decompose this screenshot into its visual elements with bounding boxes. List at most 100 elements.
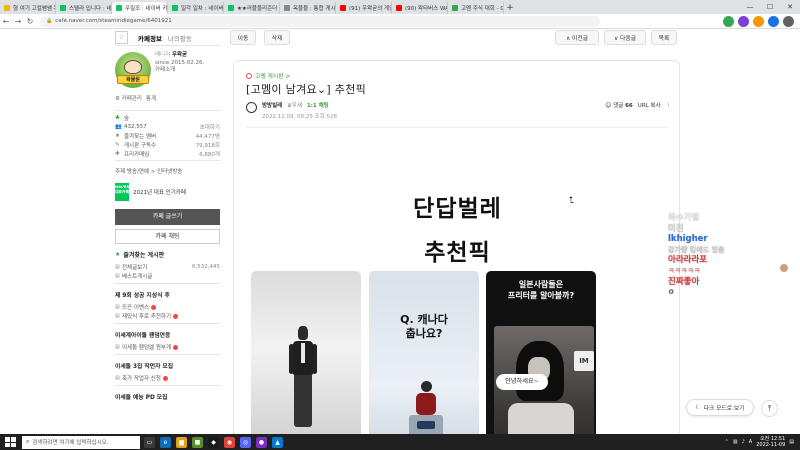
maximize-icon[interactable]: ☐ [760,0,780,14]
manager-name[interactable]: 우왁굳 [172,52,187,58]
chat-message: 미친 [668,223,684,234]
video-thumbnail[interactable]: 일본사람들은 프리터를 알아볼까? IM 안녕하세요~ [486,271,596,434]
browser-tab[interactable]: 일각 일차 : 네이버 카페× [168,2,224,14]
close-icon[interactable]: ✕ [780,0,800,14]
board-group[interactable]: 이세돌 예능 PD 모집 [115,385,220,404]
favicon-icon [4,5,10,11]
avatar[interactable] [246,102,257,113]
windows-start-icon[interactable] [4,436,16,448]
favicon-icon [396,5,402,11]
sidebar-tabs: ☆ 카페정보 나의활동 [115,30,220,46]
taskbar-search-input[interactable]: ⌕ 검색하려면 여기에 입력하십시오. [22,435,140,449]
extension-icon[interactable] [768,15,779,27]
dark-mode-button[interactable]: ☾ 다크 모드로 보기 [686,399,754,416]
video-thumbnail[interactable]: Q. 캐나다 춥나요? [369,271,479,434]
avatar [780,264,788,272]
board-group[interactable]: 이세돌 3집 작먼자 모집 [115,354,220,373]
url-copy-button[interactable]: URL 복사 [638,101,661,109]
browser-tab[interactable]: (91) 우왁굳의 게임 - YouTube× [336,2,392,14]
cafe-manage-link[interactable]: ⚙ 카페관리 [115,94,142,102]
naver-badge-icon: NAVER 대표카페 [115,183,129,201]
sign-text: IM [574,351,594,371]
cafe-logo[interactable]: 왁물원 [115,52,151,88]
app-icon[interactable]: ▲ [272,436,283,448]
address-bar[interactable]: 🔒 cafe.naver.com/steamindiegame/6401921 [40,15,600,27]
new-tab-button[interactable]: + [504,2,516,14]
chrome-icon[interactable]: ◉ [224,436,235,448]
browser-tab[interactable]: ★★러블블리즌더 고려합× [224,2,280,14]
minimize-icon[interactable]: — [740,0,760,14]
write-button[interactable]: 카페 글쓰기 [115,209,220,225]
browser-tab[interactable]: 고멤 주식 대회 - Google× [448,2,504,14]
board-item[interactable]: ▤ 베스트게시글 [115,271,220,280]
cafe-info: 왁물원 매니저 우왁굳 since 2015.02.26. 카페소개 [115,46,220,92]
board-item[interactable]: ▤ 뜨끈 이벤스 [115,302,220,311]
figure-image [409,381,443,434]
extension-icon[interactable] [753,15,764,27]
prev-post-button[interactable]: ∧ 이전글 [555,30,599,45]
task-view-icon[interactable]: ▭ [144,436,155,448]
more-icon[interactable]: ⋮ [666,102,672,108]
tab-cafe-info[interactable]: 카페정보 [138,33,162,43]
chat-button[interactable]: 카페 채팅 [115,229,220,244]
star-icon: ★ [115,251,121,258]
next-post-button[interactable]: ∨ 다음글 [604,30,646,45]
back-icon[interactable]: ← [0,17,12,26]
cafe-level: ♣ 숲 [115,114,130,122]
chat-message: ㅇ [668,288,675,297]
taskbar: ⌕ 검색하려면 여기에 입력하십시오. ▭ e ▆ ■ ◆ ◉ ◎ ● ▲ ⌃ … [0,434,800,450]
board-item[interactable]: ▤ 전체글보기 6,532,445 [115,262,220,271]
video-thumbnail[interactable] [251,271,361,434]
invite-link[interactable]: 초대하기 [200,123,220,131]
profile-avatar[interactable] [783,15,794,27]
board-icon: ▤ [115,263,120,270]
notification-icon[interactable]: ▤ [789,439,794,445]
one-to-one-chat-link[interactable]: 1:1 채팅 [307,103,329,109]
star-icon[interactable]: ☆ [115,31,128,44]
tab-label: (91) 우왁굳의 게임 - YouTube [349,6,391,12]
input-language[interactable]: A [749,439,752,445]
tab-my-activity[interactable]: 나의활동 [168,33,192,43]
extension-icon[interactable] [738,15,749,27]
board-item[interactable]: ▤ 재밌식 후로 추천하기 [115,311,220,320]
volume-icon[interactable]: ♪ [742,439,745,445]
tab-label: 고멤 주식 대회 - Google [461,6,503,12]
edge-icon[interactable]: e [160,436,171,448]
browser-tab[interactable]: (90) 왁타버스 WAKTAVERSE× [392,2,448,14]
extension-icon[interactable] [723,15,734,27]
network-icon[interactable]: ▥ [733,439,738,445]
stats-link[interactable]: 통계 [146,94,156,102]
favicon-icon [284,5,290,11]
board-item[interactable]: ▤ 축가 작업자 신청 [115,373,220,382]
scroll-top-button[interactable]: ⤒ [761,400,778,417]
favicon-icon [452,5,458,11]
cafe-intro-link[interactable]: 카페소개 [155,67,204,75]
delete-button[interactable]: 삭제 [264,30,290,45]
discord-icon[interactable]: ◎ [240,436,251,448]
browser-tab[interactable]: 형 여기 고컬쌤쌤 목블림× [0,2,56,14]
minecraft-icon[interactable]: ■ [192,436,203,448]
move-button[interactable]: 이동 [230,30,256,45]
app-icon[interactable]: ◆ [208,436,219,448]
comment-link[interactable]: ☺ 댓글 66 [605,101,633,109]
new-badge [173,344,179,350]
browser-tab[interactable]: 우질조 : 네이버 카페× [112,2,168,14]
board-link[interactable]: 고멤 게시판 > [246,71,290,80]
app-icon[interactable]: ● [256,436,267,448]
board-item[interactable]: ▤ 이세돌 팬덤엘 원부게 [115,342,220,351]
writer-nickname[interactable]: 방방빌레 [262,103,282,109]
writer-row: 방방빌레 ♛우새 1:1 채팅 2022.11.09. 08:25 조회 528… [246,101,671,123]
browser-tab[interactable]: 스텔라 입니다 : 네이버 카페× [56,2,112,14]
naver-badge: NAVER 대표카페 2021년 대표 인기카페 [115,179,220,205]
clock[interactable]: 오전 12:51 2022-11-09 [756,436,785,448]
forward-icon[interactable]: → [12,17,24,26]
reload-icon[interactable]: ↻ [24,17,36,26]
board-group[interactable]: 제 9회 성공 지성식 후 [115,283,220,302]
page-content: ☆ 카페정보 나의활동 왁물원 매니저 우왁굳 since 2015.02.26… [0,30,800,434]
list-button[interactable]: 목록 [651,30,677,45]
board-group[interactable]: 이세계아이돌 팬덤연응 [115,323,220,342]
folder-icon[interactable]: ▆ [176,436,187,448]
browser-tab[interactable]: 옥블블 : 통합 게시판 소개× [280,2,336,14]
chevron-up-icon[interactable]: ⌃ [725,439,729,445]
member-count: 👥 432,557 초대하기 [115,123,220,131]
